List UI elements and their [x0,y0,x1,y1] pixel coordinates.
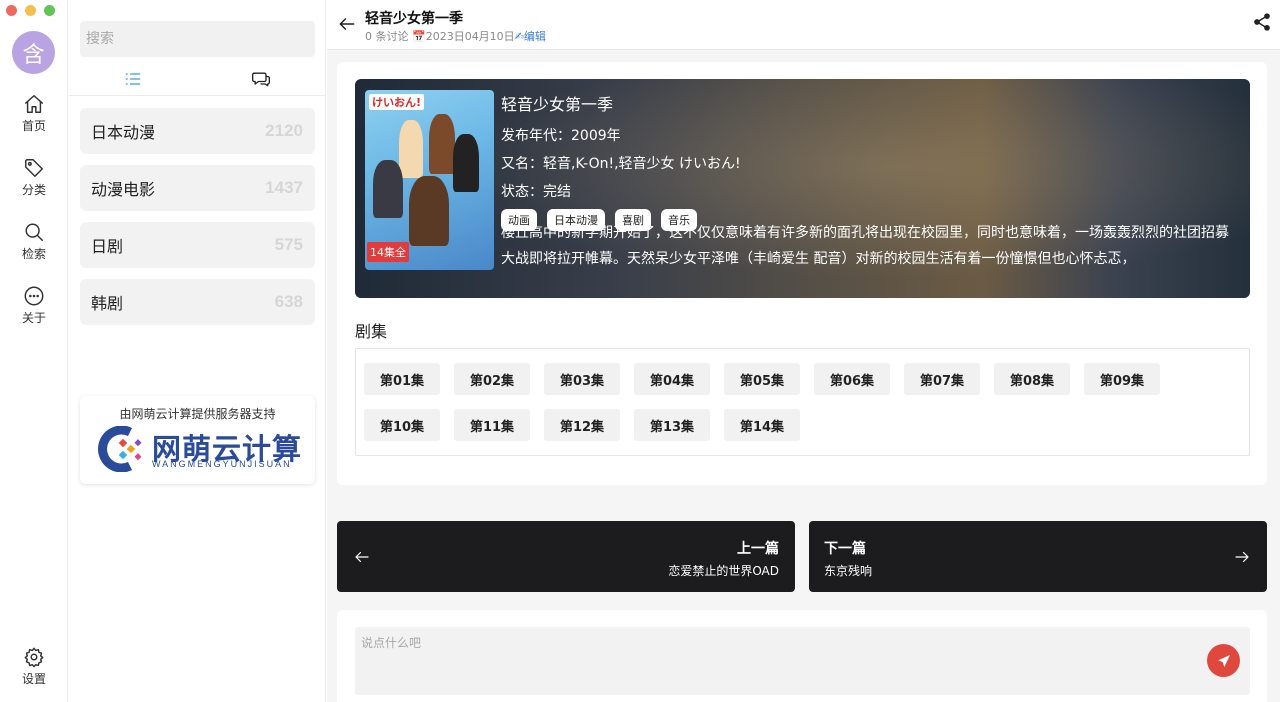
chat-icon [252,72,270,87]
category-item[interactable]: 日本动漫 2120 [80,108,315,154]
arrow-right-icon [1235,551,1249,563]
category-item[interactable]: 动漫电影 1437 [80,165,315,211]
episode-button[interactable]: 第12集 [544,409,620,441]
episode-button[interactable]: 第13集 [634,409,710,441]
detail-year: 发布年代：2009年 [501,128,621,144]
rail-item-home[interactable]: 首页 [0,93,68,134]
episode-button[interactable]: 第02集 [454,363,530,395]
arrow-left-icon [339,18,355,30]
detail-view: 轻音少女第一季 0 条讨论 📅2023日04月10日✍编辑 けいおん! 14集全… [327,0,1280,702]
close-window-button[interactable] [6,5,17,16]
episode-button[interactable]: 第09集 [1084,363,1160,395]
tab-list[interactable] [121,68,145,90]
next-post-card[interactable]: 下一篇 东京残响 [809,521,1267,592]
category-name: 韩剧 [91,294,124,313]
category-panel: 日本动漫 2120 动漫电影 1437 日剧 575 韩剧 638 由网萌云计算… [69,0,326,702]
comment-input[interactable] [355,627,1250,695]
rail-label: 设置 [21,672,46,686]
category-name: 日本动漫 [91,123,156,142]
tab-chat[interactable] [249,68,273,90]
sponsor-brand-sub: WANGMENGYUNJISUAN [152,459,292,469]
episode-button[interactable]: 第06集 [814,363,890,395]
sponsor-text: 由网萌云计算提供服务器支持 [119,407,276,421]
sponsor-card[interactable]: 由网萌云计算提供服务器支持 网萌云计算 WANGMENGYUNJISUAN [80,396,315,484]
category-name: 动漫电影 [91,180,156,199]
top-bar: 轻音少女第一季 0 条讨论 📅2023日04月10日✍编辑 [327,0,1280,50]
poster-image[interactable]: けいおん! 14集全 [365,90,494,270]
poster-title: けいおん! [369,94,425,110]
back-button[interactable] [337,14,357,34]
category-count: 1437 [265,178,303,197]
share-button[interactable] [1252,12,1272,32]
poster-figure [429,114,455,174]
hero-info: 轻音少女第一季 发布年代：2009年 又名：轻音,K-On!,轻音少女 けいおん… [501,91,741,231]
episode-button[interactable]: 第04集 [634,363,710,395]
episode-button[interactable]: 第07集 [904,363,980,395]
rail-item-about[interactable]: 关于 [0,285,68,326]
episode-button[interactable]: 第14集 [724,409,800,441]
episodes-heading: 剧集 [355,322,388,341]
detail-alias: 又名：轻音,K-On!,轻音少女 けいおん! [501,156,741,172]
search-input[interactable] [80,21,315,57]
poster-figure [409,176,449,246]
category-name: 日剧 [91,237,124,256]
window-controls [6,5,55,16]
episode-button[interactable]: 第05集 [724,363,800,395]
tag-icon [25,159,43,177]
publish-date: 📅2023日04月10日 [412,30,515,43]
detail-description: 樱丘高中的新学期开始了，这不仅仅意味着有许多新的面孔将出现在校园里，同时也意味着… [501,225,1229,267]
episode-button[interactable]: 第01集 [364,363,440,395]
panel-tabs [69,62,326,96]
rail-item-settings[interactable]: 设置 [0,646,68,687]
next-title: 东京残响 [824,564,873,578]
category-item[interactable]: 日剧 575 [80,222,315,268]
prev-label: 上一篇 [737,541,779,557]
comment-count: 0 条讨论 [365,30,409,43]
avatar[interactable]: 含 [12,31,55,74]
page-meta: 0 条讨论 📅2023日04月10日✍编辑 [365,28,546,44]
share-icon [1254,13,1270,31]
arrow-left-icon [355,551,369,563]
minimize-window-button[interactable] [25,5,36,16]
list-icon [125,73,141,85]
edit-link[interactable]: ✍编辑 [515,30,546,43]
rail-item-search[interactable]: 检索 [0,221,68,262]
episode-button[interactable]: 第11集 [454,409,530,441]
rail-label: 分类 [21,183,46,197]
next-label: 下一篇 [824,541,866,557]
home-icon [25,95,43,113]
rail-label: 首页 [21,119,46,133]
nav-rail: 含 首页 分类 检索 关于 设置 [0,0,68,702]
rail-label: 检索 [21,247,46,261]
poster-figure [373,160,403,218]
category-item[interactable]: 韩剧 638 [80,279,315,325]
episode-button[interactable]: 第08集 [994,363,1070,395]
more-icon [24,286,44,306]
poster-figure [453,134,479,192]
episode-list: 第01集 第02集 第03集 第04集 第05集 第06集 第07集 第08集 … [355,348,1250,456]
prev-post-card[interactable]: 上一篇 恋爱禁止的世界OAD [337,521,795,592]
gear-icon [24,647,44,668]
send-icon [1217,654,1230,667]
prev-title: 恋爱禁止的世界OAD [668,564,779,578]
detail-card: けいおん! 14集全 轻音少女第一季 发布年代：2009年 又名：轻音,K-On… [337,62,1267,485]
episode-count-badge: 14集全 [367,242,409,262]
rail-label: 关于 [21,311,46,325]
hero-banner: けいおん! 14集全 轻音少女第一季 发布年代：2009年 又名：轻音,K-On… [355,79,1250,298]
page-title: 轻音少女第一季 [365,11,463,27]
detail-status: 状态：完结 [501,184,571,200]
episode-button[interactable]: 第03集 [544,363,620,395]
category-count: 2120 [265,121,303,140]
episode-button[interactable]: 第10集 [364,409,440,441]
category-count: 638 [274,292,303,311]
rail-item-category[interactable]: 分类 [0,157,68,198]
comment-card [337,610,1267,702]
send-button[interactable] [1207,644,1240,677]
category-count: 575 [274,235,303,254]
detail-title: 轻音少女第一季 [501,95,614,114]
search-icon [25,223,43,241]
maximize-window-button[interactable] [44,5,55,16]
poster-figure [399,120,423,178]
